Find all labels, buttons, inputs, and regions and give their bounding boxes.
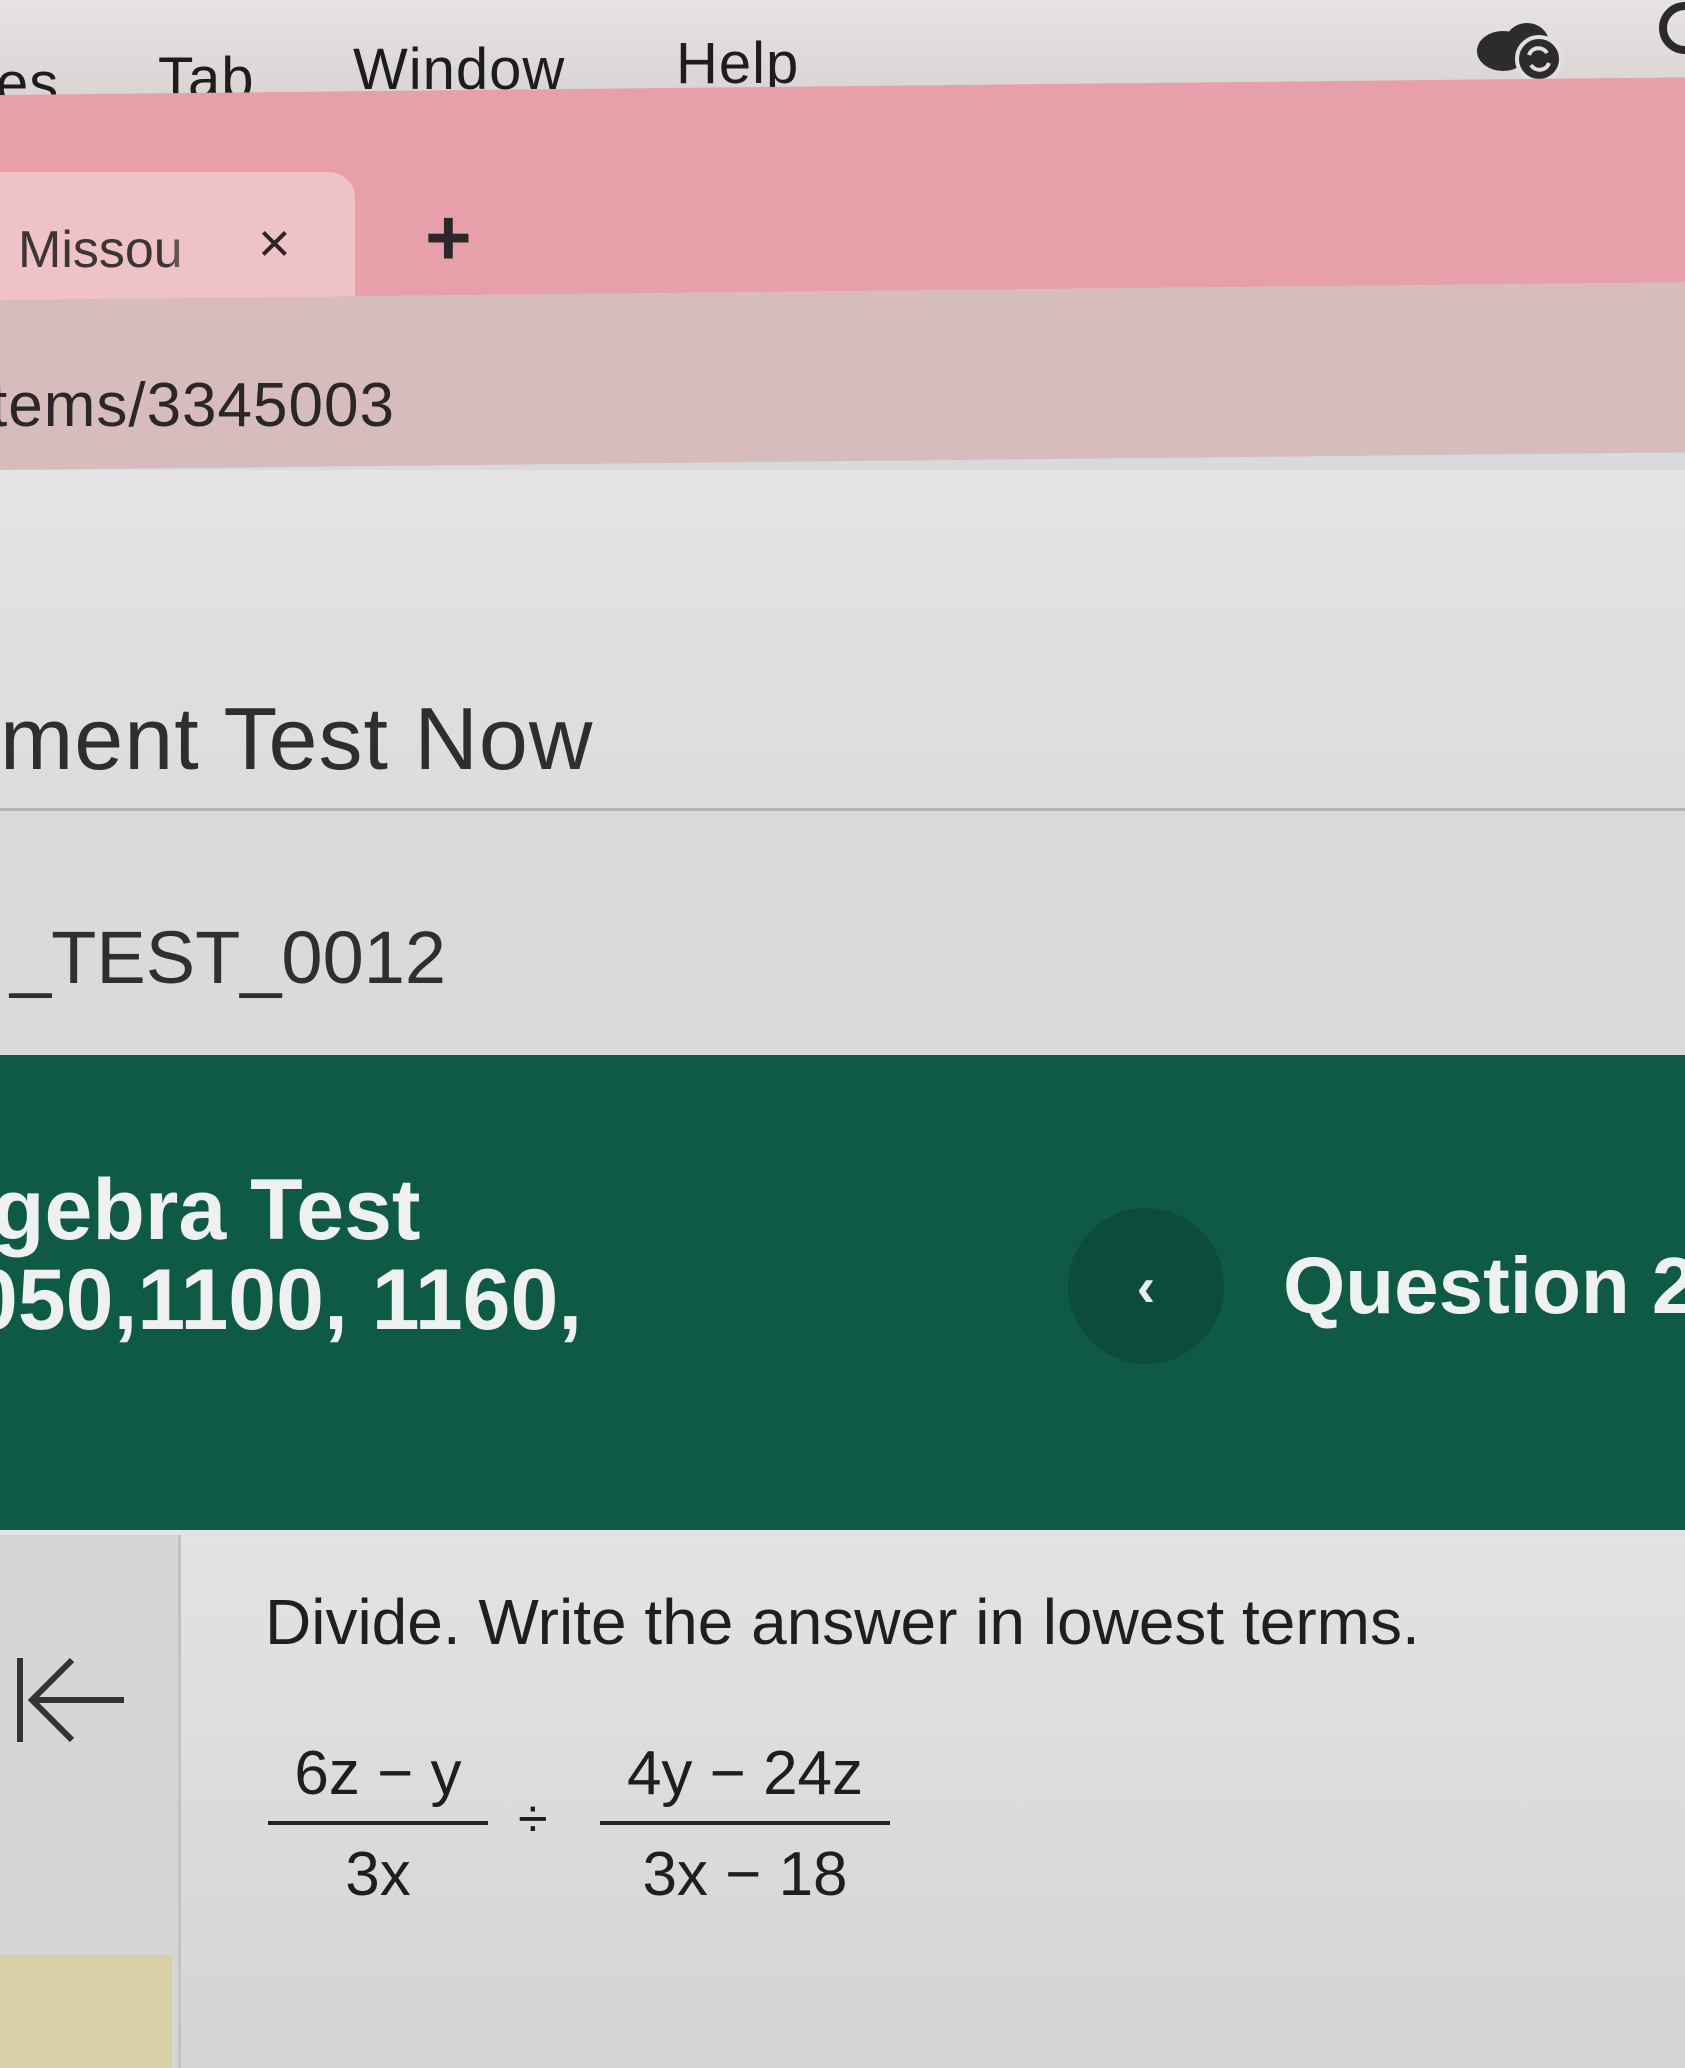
page-title: ment Test Now xyxy=(0,689,594,788)
previous-question-button[interactable]: ‹ xyxy=(1068,1208,1224,1364)
fraction-left-denominator: 3x xyxy=(345,1840,411,1909)
fraction-bar xyxy=(268,1821,488,1825)
fraction-right-denominator: 3x − 18 xyxy=(642,1840,848,1909)
rail-tab[interactable] xyxy=(0,1955,172,2068)
chevron-left-icon: ‹ xyxy=(1136,1254,1156,1318)
url-text[interactable]: tems/3345003 xyxy=(0,370,395,441)
course-title: gebra Test xyxy=(0,1162,421,1258)
question-instruction: Divide. Write the answer in lowest terms… xyxy=(265,1586,1420,1658)
tab-close-button[interactable]: × xyxy=(258,210,291,275)
menu-extra-icon[interactable] xyxy=(1655,0,1685,60)
test-code: _TEST_0012 xyxy=(10,916,447,999)
question-number: Question 2 xyxy=(1283,1241,1685,1330)
fraction-left-numerator: 6z − y xyxy=(294,1739,462,1808)
fraction-right-numerator: 4y − 24z xyxy=(626,1739,864,1808)
fraction-bar xyxy=(600,1821,890,1825)
fraction-left: 6z − y 3x xyxy=(268,1738,488,1910)
fraction-right: 4y − 24z 3x − 18 xyxy=(600,1738,890,1910)
course-codes: 050,1100, 1160, xyxy=(0,1252,583,1348)
tab-active[interactable]: Missou × xyxy=(0,172,355,307)
collapse-left-icon[interactable] xyxy=(12,1650,127,1750)
tab-title: Missou xyxy=(18,220,208,280)
new-tab-button[interactable]: + xyxy=(425,192,472,284)
division-sign: ÷ xyxy=(518,1789,548,1849)
cloud-sync-icon[interactable] xyxy=(1465,15,1575,85)
